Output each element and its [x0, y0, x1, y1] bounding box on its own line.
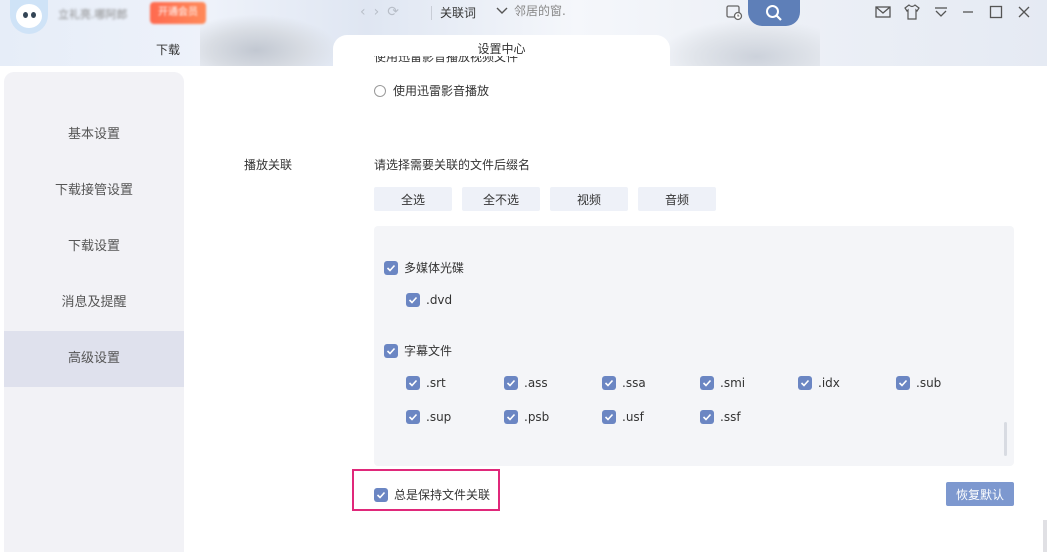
radio-option-cut: 使用迅雷影音播放视频文件: [374, 56, 519, 64]
association-hint: 请选择需要关联的文件后缀名: [374, 158, 531, 172]
checkbox-checked[interactable]: [384, 260, 398, 275]
select-all-button[interactable]: 全选: [374, 187, 452, 211]
sidebar-item-download[interactable]: 下载设置: [4, 219, 184, 275]
group-label: 多媒体光碟: [404, 261, 465, 275]
ext-label: .smi: [720, 376, 746, 390]
ext-label: .sup: [426, 410, 452, 424]
ext-label: .usf: [622, 410, 644, 424]
checkbox-checked[interactable]: [406, 410, 420, 424]
radio-label: 使用迅雷影音播放: [393, 84, 490, 98]
checkbox-checked[interactable]: [700, 410, 714, 424]
ext-label: .ass: [524, 376, 548, 390]
ext-checkbox[interactable]: .psb: [504, 410, 549, 424]
vip-badge[interactable]: 开通会员: [150, 2, 206, 24]
skin-background-mountain: [660, 20, 820, 66]
checkbox-checked[interactable]: [798, 376, 812, 390]
ext-checkbox[interactable]: .srt: [406, 376, 446, 390]
chevron-down-icon[interactable]: [496, 5, 508, 20]
mail-icon[interactable]: [873, 3, 893, 21]
group-checkbox-subtitle[interactable]: 字幕文件: [384, 342, 452, 359]
minimize-icon[interactable]: [958, 3, 978, 21]
checkbox-checked[interactable]: [374, 487, 388, 502]
checkbox-checked[interactable]: [602, 410, 616, 424]
ext-checkbox[interactable]: .smi: [700, 376, 745, 390]
maximize-icon[interactable]: [986, 3, 1006, 21]
radio-option-player[interactable]: 使用迅雷影音播放: [374, 82, 489, 99]
group-label: 字幕文件: [404, 344, 453, 358]
checkbox-checked[interactable]: [700, 376, 714, 390]
ext-label: .psb: [524, 410, 550, 424]
divider: [431, 6, 432, 20]
ext-label: .srt: [426, 376, 446, 390]
scrollbar-thumb[interactable]: [1004, 422, 1007, 456]
file-extension-list[interactable]: [374, 226, 1014, 466]
close-icon[interactable]: [1014, 3, 1034, 21]
ext-checkbox[interactable]: .sup: [406, 410, 451, 424]
ext-checkbox[interactable]: .idx: [798, 376, 840, 390]
radio-button[interactable]: [374, 84, 386, 97]
checkbox-checked[interactable]: [406, 293, 420, 307]
group-checkbox-multimedia-disc[interactable]: 多媒体光碟: [384, 259, 464, 276]
username[interactable]: 立礼亮.哪阿郎: [58, 6, 128, 22]
ext-label: .idx: [818, 376, 840, 390]
sidebar-item-basic[interactable]: 基本设置: [4, 107, 184, 163]
always-keep-association-checkbox[interactable]: 总是保持文件关联: [374, 486, 490, 503]
search-icon: [766, 5, 782, 21]
select-video-button[interactable]: 视频: [550, 187, 628, 211]
search-button[interactable]: [748, 0, 800, 26]
checkbox-checked[interactable]: [406, 376, 420, 390]
ext-checkbox[interactable]: .ass: [504, 376, 548, 390]
play-association-label: 播放关联: [244, 158, 293, 172]
ext-checkbox[interactable]: .ssa: [602, 376, 646, 390]
ext-label: .ssf: [720, 410, 741, 424]
browser-nav: ‹›⟳: [360, 4, 407, 20]
avatar[interactable]: [10, 0, 48, 34]
ext-checkbox[interactable]: .dvd: [406, 293, 452, 307]
ext-label: .dvd: [426, 293, 453, 307]
sidebar-item-advanced[interactable]: 高级设置: [4, 331, 184, 387]
ext-checkbox[interactable]: .usf: [602, 410, 644, 424]
select-audio-button[interactable]: 音频: [638, 187, 716, 211]
restore-default-button[interactable]: 恢复默认: [946, 482, 1014, 506]
search-history-icon[interactable]: [725, 3, 745, 21]
ext-label: .sub: [916, 376, 942, 390]
checkbox-checked[interactable]: [384, 343, 398, 358]
checkbox-checked[interactable]: [602, 376, 616, 390]
skin-background-mountain: [200, 14, 340, 66]
select-none-button[interactable]: 全不选: [462, 187, 540, 211]
search-input[interactable]: [514, 4, 714, 18]
checkbox-checked[interactable]: [504, 376, 518, 390]
ext-checkbox[interactable]: .sub: [896, 376, 941, 390]
tab-download[interactable]: 下载: [156, 41, 180, 58]
outer-scrollbar[interactable]: [1043, 520, 1047, 552]
checkbox-checked[interactable]: [896, 376, 910, 390]
refresh-icon[interactable]: ⟳: [387, 4, 407, 20]
sidebar-item-download-takeover[interactable]: 下载接管设置: [4, 163, 184, 219]
ext-label: .ssa: [622, 376, 646, 390]
search-mode-label[interactable]: 关联词: [440, 4, 476, 21]
settings-sidebar: 基本设置 下载接管设置 下载设置 消息及提醒 高级设置: [4, 72, 184, 552]
forward-arrow-icon[interactable]: ›: [374, 4, 388, 20]
checkbox-checked[interactable]: [504, 410, 518, 424]
skin-shirt-icon[interactable]: [902, 3, 922, 21]
always-keep-label: 总是保持文件关联: [394, 488, 491, 502]
back-arrow-icon[interactable]: ‹: [360, 4, 374, 20]
sidebar-item-notifications[interactable]: 消息及提醒: [4, 275, 184, 331]
menu-dropdown-icon[interactable]: [931, 3, 951, 21]
ext-checkbox[interactable]: .ssf: [700, 410, 741, 424]
